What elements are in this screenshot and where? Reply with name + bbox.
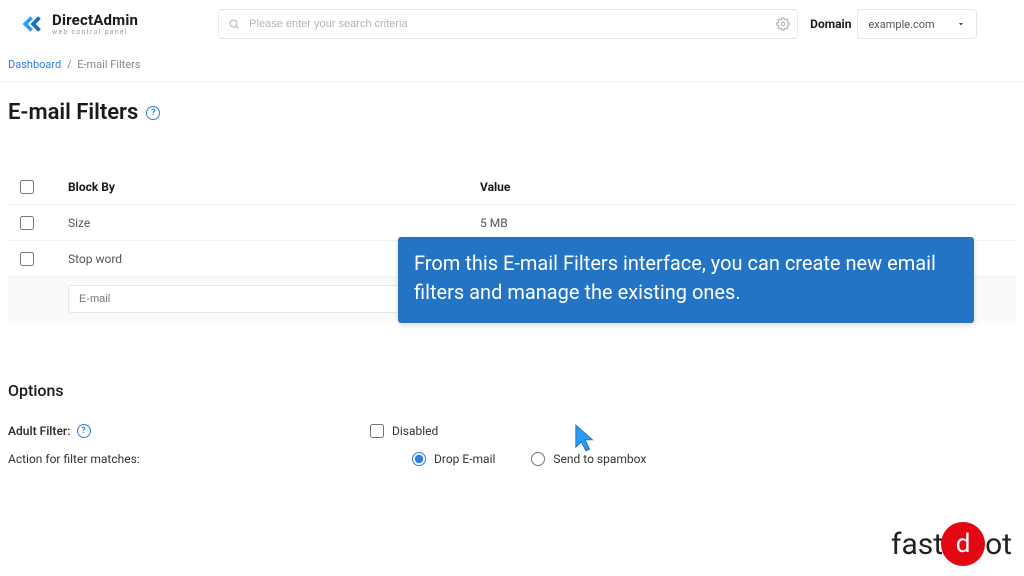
- action-drop-radio[interactable]: [412, 452, 426, 466]
- adult-filter-checkbox[interactable]: [370, 424, 384, 438]
- watermark-dot: d: [941, 522, 985, 566]
- domain-label: Domain: [810, 17, 851, 31]
- domain-value: example.com: [868, 18, 934, 31]
- action-spam-radio[interactable]: [531, 452, 545, 466]
- brand-title: DirectAdmin: [52, 13, 138, 28]
- help-icon[interactable]: ?: [146, 106, 160, 120]
- breadcrumb-sep: /: [67, 58, 72, 71]
- table-row: Size 5 MB: [8, 205, 1016, 241]
- cell-value: 5 MB: [480, 216, 1016, 230]
- page-title: E-mail Filters: [8, 100, 138, 125]
- brand-logo[interactable]: DirectAdmin web control panel: [20, 11, 138, 37]
- adult-filter-toggle[interactable]: Disabled: [370, 424, 438, 438]
- help-icon[interactable]: ?: [77, 424, 91, 438]
- breadcrumb-current: E-mail Filters: [77, 58, 140, 71]
- options-title: Options: [8, 381, 1016, 400]
- gear-icon[interactable]: [776, 17, 790, 31]
- domain-select[interactable]: example.com: [857, 9, 977, 39]
- action-label: Action for filter matches:: [8, 452, 140, 466]
- search-input[interactable]: [218, 9, 798, 39]
- breadcrumb: Dashboard / E-mail Filters: [0, 48, 1024, 82]
- search-icon: [228, 18, 240, 30]
- action-spam-label: Send to spambox: [553, 452, 646, 466]
- breadcrumb-dashboard[interactable]: Dashboard: [8, 58, 61, 71]
- adult-filter-label: Adult Filter:: [8, 424, 71, 438]
- col-blockby: Block By: [68, 180, 480, 194]
- col-value: Value: [480, 180, 1016, 194]
- row-checkbox[interactable]: [20, 252, 34, 266]
- adult-filter-value: Disabled: [392, 424, 438, 438]
- tutorial-tooltip: From this E-mail Filters interface, you …: [398, 237, 974, 323]
- action-spam-option[interactable]: Send to spambox: [531, 452, 646, 466]
- directadmin-icon: [20, 11, 46, 37]
- action-drop-option[interactable]: Drop E-mail: [412, 452, 495, 466]
- row-checkbox[interactable]: [20, 216, 34, 230]
- chevron-down-icon: [956, 19, 966, 29]
- watermark-post: ot: [985, 527, 1012, 562]
- cursor-icon: [574, 423, 596, 453]
- cell-blockby: Size: [68, 216, 480, 230]
- action-drop-label: Drop E-mail: [434, 452, 495, 466]
- watermark-pre: fast: [891, 527, 943, 562]
- brand-subtitle: web control panel: [52, 29, 138, 36]
- add-filter-input[interactable]: [68, 285, 408, 313]
- watermark: fastdot: [891, 522, 1012, 566]
- select-all-checkbox[interactable]: [20, 180, 34, 194]
